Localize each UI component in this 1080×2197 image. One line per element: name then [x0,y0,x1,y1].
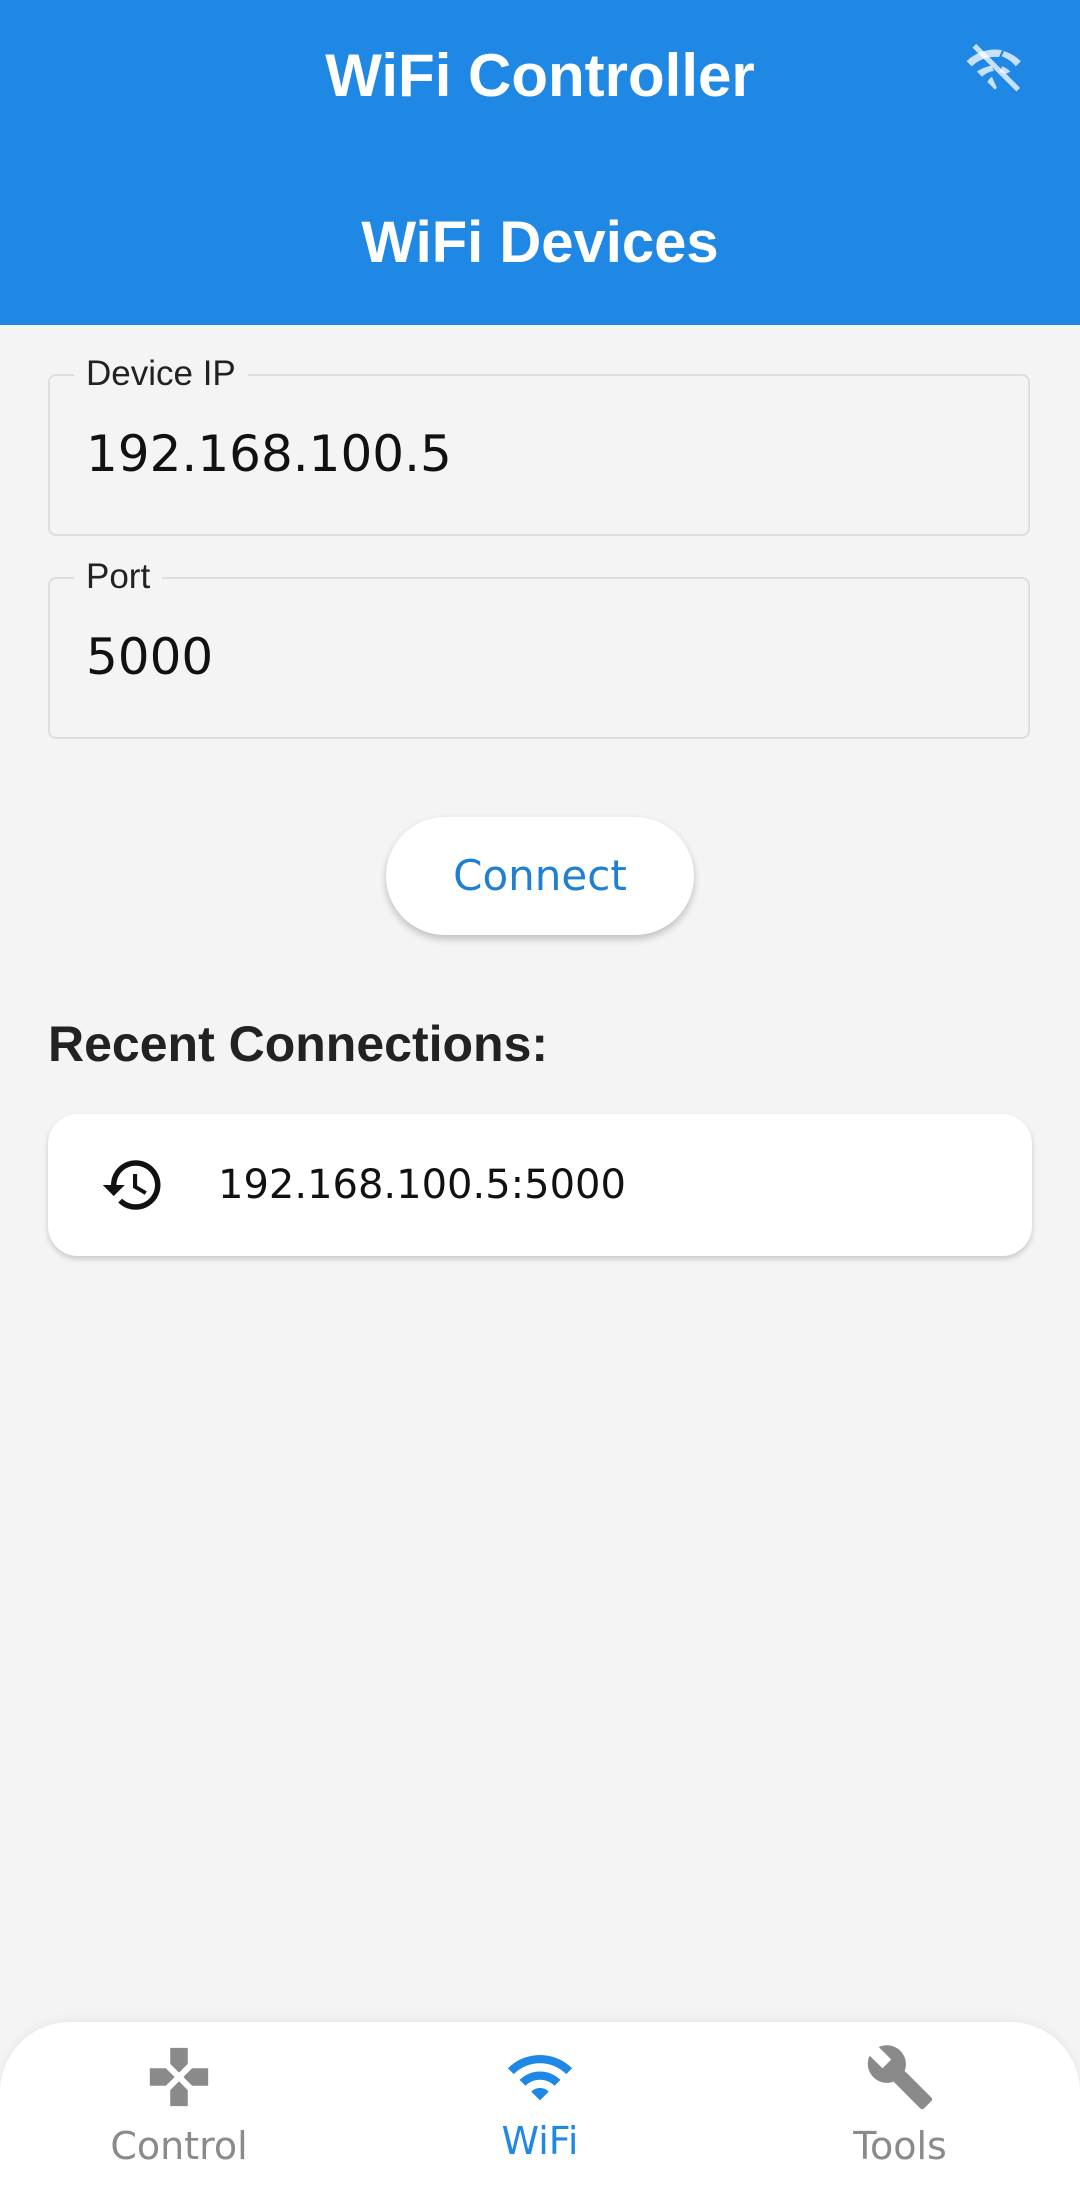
port-value[interactable]: 5000 [86,627,213,687]
app-title: WiFi Controller [325,42,755,109]
wifi-off-icon[interactable] [960,38,1030,100]
nav-item-wifi[interactable]: WiFi [410,2022,670,2197]
page-heading: WiFi Devices [361,210,719,275]
app-bar: WiFi Controller WiFi Devices [0,0,1080,325]
recent-connection-address: 192.168.100.5:5000 [218,1162,626,1208]
bottom-navigation: Control WiFi Tools [0,2022,1080,2197]
nav-item-tools[interactable]: Tools [770,2022,1030,2197]
device-ip-label: Device IP [74,354,248,394]
nav-label-tools: Tools [853,2124,947,2168]
wifi-icon [507,2054,573,2101]
nav-label-wifi: WiFi [501,2119,579,2163]
history-icon [102,1160,161,1210]
device-ip-field[interactable]: Device IP 192.168.100.5 [48,354,1030,536]
recent-connection-item[interactable]: 192.168.100.5:5000 [48,1114,1032,1256]
port-field[interactable]: Port 5000 [48,557,1030,739]
gamepad-icon [149,2047,209,2107]
recent-connections-title: Recent Connections: [48,1016,549,1072]
nav-label-control: Control [110,2124,248,2168]
nav-item-control[interactable]: Control [49,2022,309,2197]
wrench-icon [867,2045,933,2110]
device-ip-value[interactable]: 192.168.100.5 [86,424,452,484]
connect-button[interactable]: Connect [386,817,694,935]
port-label: Port [74,557,163,597]
